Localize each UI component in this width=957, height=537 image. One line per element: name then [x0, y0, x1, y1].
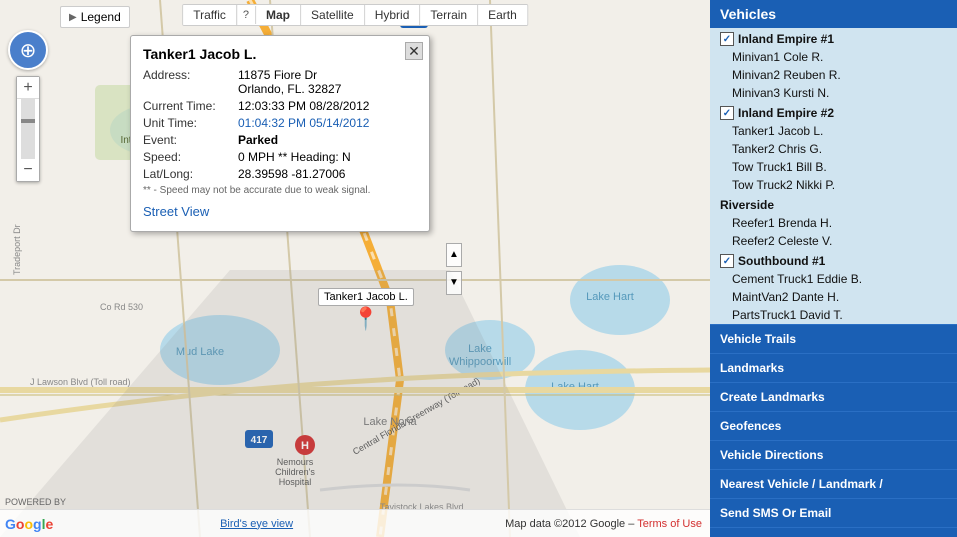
vehicle-minivan1-cole[interactable]: Minivan1 Cole R.	[710, 48, 957, 66]
vehicle-minivan2-reuben[interactable]: Minivan2 Reuben R.	[710, 66, 957, 84]
vehicle-trails-button[interactable]: Vehicle Trails	[710, 324, 957, 353]
popup-address-label: Address:	[143, 68, 238, 96]
scroll-down-arrow[interactable]: ▼	[446, 271, 462, 295]
svg-text:Lake Hart: Lake Hart	[586, 291, 634, 303]
zoom-out-button[interactable]: −	[17, 159, 39, 181]
zoom-control: + −	[16, 76, 40, 182]
terms-link[interactable]: Terms of Use	[637, 518, 702, 530]
vehicle-reefer2-celeste[interactable]: Reefer2 Celeste V.	[710, 232, 957, 250]
vehicle-reefer1-brenda[interactable]: Reefer1 Brenda H.	[710, 214, 957, 232]
popup-unit-time-label: Unit Time:	[143, 116, 238, 130]
vehicle-tow-truck2-nikki[interactable]: Tow Truck2 Nikki P.	[710, 176, 957, 194]
vehicle-minivan3-kursti[interactable]: Minivan3 Kursti N.	[710, 84, 957, 102]
geofences-button[interactable]: Geofences	[710, 411, 957, 440]
popup-current-time: 12:03:33 PM 08/28/2012	[238, 99, 369, 113]
svg-text:Co Rd 530: Co Rd 530	[100, 302, 143, 312]
zoom-slider[interactable]	[21, 99, 35, 159]
group-southbound-1[interactable]: ✓ Southbound #1	[710, 250, 957, 270]
street-view-link[interactable]: Street View	[143, 204, 417, 219]
group-inland-empire-1[interactable]: ✓ Inland Empire #1	[710, 28, 957, 48]
popup-speed-label: Speed:	[143, 150, 238, 164]
pin-icon: 📍	[352, 308, 379, 330]
powered-by-label: POWERED BY	[5, 497, 66, 507]
google-logo: Google	[5, 516, 53, 532]
toolbar-earth[interactable]: Earth	[478, 5, 527, 25]
popup-current-time-label: Current Time:	[143, 99, 238, 113]
vehicle-directions-button[interactable]: Vehicle Directions	[710, 440, 957, 469]
popup-lat-long-value: 28.39598 -81.27006	[238, 167, 345, 181]
map-container[interactable]: Mud Lake Lake Whippoorwill Lake Hart Lak…	[0, 0, 710, 537]
popup-close-button[interactable]: ✕	[405, 42, 423, 60]
group-1-label: Inland Empire #1	[738, 32, 834, 46]
popup-event-label: Event:	[143, 133, 238, 147]
svg-text:Tradeport Dr: Tradeport Dr	[12, 224, 22, 275]
group-1-checkbox[interactable]: ✓	[720, 32, 734, 46]
group-2-checkbox[interactable]: ✓	[720, 106, 734, 120]
popup-address-line1: 11875 Fiore Dr Orlando, FL. 32827	[238, 68, 341, 96]
map-toolbar: Traffic ? Map Satellite Hybrid Terrain E…	[182, 4, 528, 26]
create-landmarks-button[interactable]: Create Landmarks	[710, 382, 957, 411]
toolbar-help[interactable]: ?	[237, 6, 256, 24]
legend-toggle[interactable]: Legend	[60, 6, 130, 28]
popup-event-value: Parked	[238, 133, 278, 147]
toolbar-map[interactable]: Map	[256, 5, 301, 25]
nearest-vehicle-button[interactable]: Nearest Vehicle / Landmark /	[710, 469, 957, 498]
map-controls: + −	[8, 30, 48, 182]
toolbar-hybrid[interactable]: Hybrid	[365, 5, 421, 25]
zoom-in-button[interactable]: +	[17, 77, 39, 99]
map-settings-button[interactable]: Map Settings	[710, 527, 957, 537]
birds-eye-view-link[interactable]: Bird's eye view	[8, 518, 505, 530]
group-4-label: Southbound #1	[738, 254, 825, 268]
right-panel: Vehicles ✓ Inland Empire #1 Minivan1 Col…	[710, 0, 957, 537]
vehicle-cement-truck1-eddie[interactable]: Cement Truck1 Eddie B.	[710, 270, 957, 288]
landmarks-button[interactable]: Landmarks	[710, 353, 957, 382]
group-3-label: Riverside	[720, 198, 774, 212]
vehicle-parts-truck1-david[interactable]: PartsTruck1 David T.	[710, 306, 957, 324]
popup-lat-long-label: Lat/Long:	[143, 167, 238, 181]
popup-unit-time: 01:04:32 PM 05/14/2012	[238, 116, 369, 130]
popup-title: Tanker1 Jacob L.	[143, 46, 417, 62]
google-logo-area: Google	[5, 516, 53, 532]
toolbar-satellite[interactable]: Satellite	[301, 5, 365, 25]
map-pin[interactable]: Tanker1 Jacob L. 📍	[318, 288, 414, 330]
nav-control[interactable]	[8, 30, 48, 70]
map-attribution: Map data ©2012 Google – Terms of Use	[505, 518, 702, 530]
toolbar-traffic[interactable]: Traffic	[183, 5, 237, 25]
map-bottom-bar: POWERED BY Google Bird's eye view Map da…	[0, 509, 710, 537]
send-sms-button[interactable]: Send SMS Or Email	[710, 498, 957, 527]
legend-label: Legend	[81, 10, 121, 24]
toolbar-terrain[interactable]: Terrain	[420, 5, 478, 25]
scroll-up-arrow[interactable]: ▲	[446, 243, 462, 267]
vehicle-tow-truck1-bill[interactable]: Tow Truck1 Bill B.	[710, 158, 957, 176]
panel-title: Vehicles	[710, 0, 957, 28]
vehicles-list: ✓ Inland Empire #1 Minivan1 Cole R. Mini…	[710, 28, 957, 324]
pin-label: Tanker1 Jacob L.	[318, 288, 414, 306]
info-popup: ✕ Tanker1 Jacob L. Address: 11875 Fiore …	[130, 35, 430, 232]
vehicle-tanker1-jacob[interactable]: Tanker1 Jacob L.	[710, 122, 957, 140]
group-2-label: Inland Empire #2	[738, 106, 834, 120]
group-inland-empire-2[interactable]: ✓ Inland Empire #2	[710, 102, 957, 122]
group-riverside[interactable]: Riverside	[710, 194, 957, 214]
popup-speed-value: 0 MPH ** Heading: N	[238, 150, 351, 164]
map-scroll-arrows: ▲ ▼	[446, 243, 462, 295]
vehicle-tanker2-chris[interactable]: Tanker2 Chris G.	[710, 140, 957, 158]
group-4-checkbox[interactable]: ✓	[720, 254, 734, 268]
popup-note: ** - Speed may not be accurate due to we…	[143, 185, 417, 196]
vehicle-maintvan2-dante[interactable]: MaintVan2 Dante H.	[710, 288, 957, 306]
svg-text:J Lawson Blvd (Toll road): J Lawson Blvd (Toll road)	[30, 377, 131, 387]
